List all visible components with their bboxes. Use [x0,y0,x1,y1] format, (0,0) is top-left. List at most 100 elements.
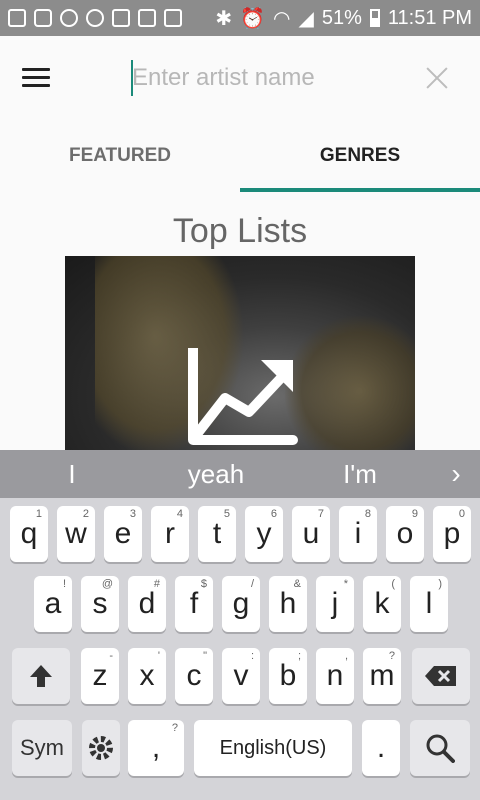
key-hint: 4 [176,508,183,520]
image-icon [164,9,182,27]
soft-keyboard: I yeah I'm › 1q2w3e4r5t6y7u8i9o0p ! a @ s # d… [0,450,480,800]
tab-genres[interactable]: GENRES [240,120,480,192]
key-label: l [425,587,433,620]
key-row-2: ! a @ s # d $ f / g & h * j(k) l [0,576,480,634]
key-label: i [354,517,362,550]
search-key[interactable] [410,720,470,776]
shift-key[interactable] [12,648,70,704]
key-hint: 5 [223,508,230,520]
key-hint: # [153,578,160,590]
gear-icon [89,736,113,760]
key-row-4: Sym ? , English(US) . [0,720,480,778]
key-label: a [44,587,62,620]
comma-key[interactable]: ? , [128,720,184,776]
key-t[interactable]: 5t [198,506,236,562]
key-hint: - [109,650,113,662]
key-hint: ! [62,578,66,590]
key-label: v [233,659,249,692]
trending-up-icon [188,348,298,445]
notification-icons [8,9,182,27]
key-h[interactable]: & h [269,576,307,632]
key-u[interactable]: 7u [292,506,330,562]
close-icon[interactable] [426,66,450,90]
key-hint: 3 [129,508,136,520]
clock: 11:51 PM [387,6,472,29]
key-m[interactable]: ? m [363,648,401,704]
key-d[interactable]: # d [128,576,166,632]
key-label: j [331,587,339,620]
key-label: u [302,517,320,550]
key-e[interactable]: 3e [104,506,142,562]
key-z[interactable]: -z [81,648,119,704]
key-label: c [186,659,202,692]
key-o[interactable]: 9o [386,506,424,562]
spacebar[interactable]: English(US) [194,720,352,776]
suggestion-2[interactable]: yeah [144,459,288,490]
shift-icon [30,665,52,687]
key-label: m [369,659,395,692]
tab-bar: FEATURED GENRES [0,120,480,192]
key-hint: / [250,578,254,590]
section-title: Top Lists [172,212,308,250]
alarm-icon: ⏰ [240,7,265,30]
key-hint: 0 [458,508,465,520]
key-hint: * [343,578,348,590]
key-hint: 8 [364,508,371,520]
key-s[interactable]: @ s [81,576,119,632]
key-hint: 6 [270,508,277,520]
key-v[interactable]: :v [222,648,260,704]
menu-icon[interactable] [22,68,50,88]
key-i[interactable]: 8i [339,506,377,562]
key-hint: 1 [35,508,42,520]
key-c[interactable]: " c [175,648,213,704]
settings-key[interactable] [82,720,120,776]
key-g[interactable]: / g [222,576,260,632]
key-l[interactable]: ) l [410,576,448,632]
key-hint: 9 [411,508,418,520]
key-label: q [20,517,38,550]
artist-search-input[interactable] [132,60,392,96]
key-k[interactable]: (k [363,576,401,632]
key-r[interactable]: 4r [151,506,189,562]
suggestion-1[interactable]: I [0,459,144,490]
key-hint: , [344,650,348,662]
main-content: Top Lists [0,192,480,450]
key-b[interactable]: ; b [269,648,307,704]
key-p[interactable]: 0p [433,506,471,562]
key-a[interactable]: ! a [34,576,72,632]
signal-icon: ◢ [298,7,314,30]
key-hint: ( [391,578,395,590]
status-bar: ✱ ⏰ ◠ ◢ 51% 11:51 PM [0,0,480,36]
key-label: f [189,587,199,620]
battery-icon [369,9,380,27]
boxing-glove-image-2 [285,316,415,450]
key-hint: 2 [82,508,89,520]
key-label: e [114,517,132,550]
key-hint: $ [200,578,207,590]
suggestion-3[interactable]: I'm [288,459,432,490]
backspace-key[interactable] [412,648,470,704]
system-icons: ✱ ⏰ ◠ ◢ 51% 11:51 PM [215,6,472,31]
top-lists-card[interactable] [65,256,415,450]
key-w[interactable]: 2w [57,506,95,562]
tab-featured[interactable]: FEATURED [0,120,240,192]
key-x[interactable]: ' x [128,648,166,704]
key-label: o [396,517,414,550]
youtube-icon [34,9,52,27]
key-y[interactable]: 6y [245,506,283,562]
key-label: r [165,517,175,550]
key-row-3: - z ' x " c: v; b, n? m [0,648,480,706]
key-row-1: 1q2w3e4r5t6y7u8i9o0p [0,506,480,564]
chess-icon [112,9,130,27]
sym-key[interactable]: Sym [12,720,72,776]
key-label: y [256,517,272,550]
key-j[interactable]: * j [316,576,354,632]
message-icon [8,9,26,27]
key-n[interactable]: ,n [316,648,354,704]
period-key[interactable]: . [362,720,400,776]
key-q[interactable]: 1q [10,506,48,562]
chess-icon-2 [138,9,156,27]
key-f[interactable]: $ f [175,576,213,632]
key-hint: : [250,650,254,662]
chevron-right-icon[interactable]: › [432,458,480,490]
